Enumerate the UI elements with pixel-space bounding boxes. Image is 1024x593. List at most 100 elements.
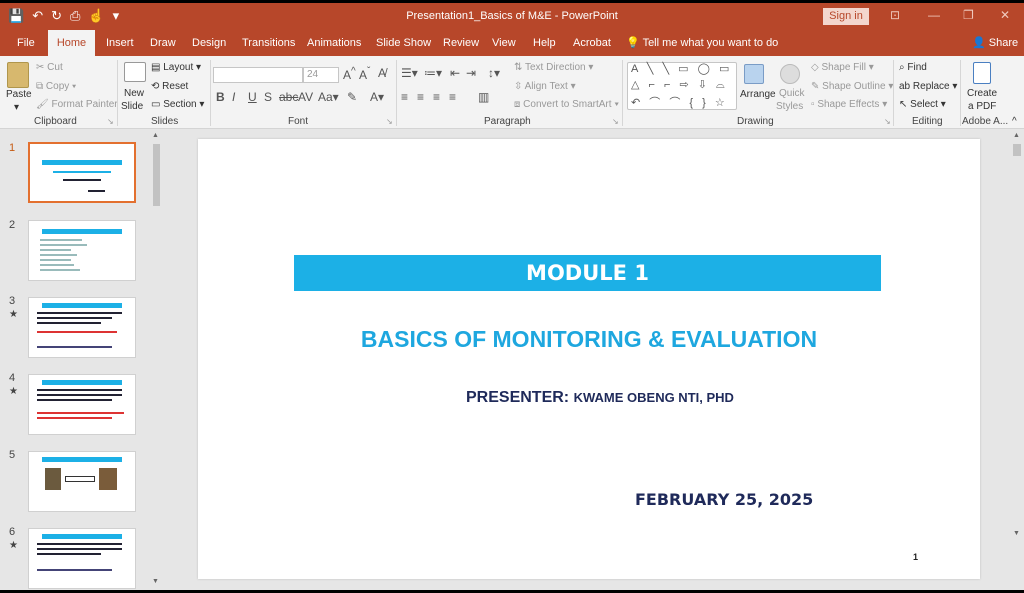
character-spacing-icon[interactable]: AV xyxy=(298,90,313,104)
underline-icon[interactable]: U xyxy=(248,90,257,104)
thumbnail-scrollbar[interactable]: ▲ ▼ xyxy=(150,130,163,590)
slide-thumbnail-4[interactable] xyxy=(28,374,136,435)
collapse-ribbon-icon[interactable]: ^ xyxy=(1012,116,1017,127)
layout-button[interactable]: ▤ Layout ▾ xyxy=(151,62,201,73)
shrink-font-icon[interactable]: Aˇ xyxy=(359,66,370,82)
align-left-icon[interactable]: ≡ xyxy=(401,90,408,104)
font-family-input[interactable] xyxy=(213,67,303,83)
presenter-line[interactable]: PRESENTER: KWAME OBENG NTI, PHD xyxy=(466,389,734,407)
paragraph-launcher-icon[interactable]: ↘ xyxy=(612,117,619,126)
quick-styles-button-line2[interactable]: Styles xyxy=(776,101,803,112)
font-color-icon[interactable]: A▾ xyxy=(370,90,384,104)
grow-font-icon[interactable]: A^ xyxy=(343,66,356,82)
format-painter-button[interactable]: 🖌 Format Painter xyxy=(36,99,118,110)
scroll-up-icon[interactable]: ▲ xyxy=(1013,132,1020,139)
scroll-thumb[interactable] xyxy=(1013,144,1021,156)
tab-review[interactable]: Review xyxy=(443,30,479,56)
shadow-icon[interactable]: S xyxy=(264,90,272,104)
shapes-row-3[interactable]: ↶ ⌒ ⌒ { } ☆ xyxy=(631,94,728,110)
quick-styles-button[interactable]: Quick xyxy=(779,88,805,99)
create-pdf-button[interactable]: Create xyxy=(967,88,997,99)
presentation-date[interactable]: FEBRUARY 25, 2025 xyxy=(635,490,813,509)
bullets-icon[interactable]: ☰▾ xyxy=(401,66,418,80)
close-icon[interactable]: ✕ xyxy=(1000,8,1010,22)
slide-thumbnail-2[interactable] xyxy=(28,220,136,281)
tab-file[interactable]: File xyxy=(17,30,35,56)
increase-indent-icon[interactable]: ⇥ xyxy=(466,66,476,80)
decrease-indent-icon[interactable]: ⇤ xyxy=(450,66,460,80)
create-pdf-button-line2[interactable]: a PDF xyxy=(968,101,996,112)
new-slide-button-line2[interactable]: Slide xyxy=(121,101,143,112)
slide-thumbnail-6[interactable] xyxy=(28,528,136,589)
section-button[interactable]: ▭ Section ▾ xyxy=(151,99,204,110)
slide-canvas[interactable]: MODULE 1 BASICS OF MONITORING & EVALUATI… xyxy=(198,139,980,579)
font-launcher-icon[interactable]: ↘ xyxy=(386,117,393,126)
tab-view[interactable]: View xyxy=(492,30,516,56)
find-button[interactable]: ⌕ Find xyxy=(899,62,927,73)
arrange-icon[interactable] xyxy=(744,64,764,84)
copy-button[interactable]: ⧉ Copy ▾ xyxy=(36,81,76,92)
change-case-icon[interactable]: Aa▾ xyxy=(318,90,339,104)
select-button[interactable]: ↖ Select ▾ xyxy=(899,99,946,110)
tab-design[interactable]: Design xyxy=(192,30,226,56)
align-center-icon[interactable]: ≡ xyxy=(417,90,424,104)
strikethrough-icon[interactable]: abc xyxy=(279,90,298,104)
text-direction-button[interactable]: ⇅ Text Direction ▾ xyxy=(514,62,593,73)
slide-thumbnail-3[interactable] xyxy=(28,297,136,358)
shape-fill-button[interactable]: ◇ Shape Fill ▾ xyxy=(811,62,874,73)
new-slide-icon[interactable] xyxy=(124,62,146,82)
new-slide-button[interactable]: New xyxy=(124,88,144,99)
numbering-icon[interactable]: ≔▾ xyxy=(424,66,442,80)
quick-styles-icon[interactable] xyxy=(780,64,800,84)
sign-in-button[interactable]: Sign in xyxy=(823,8,869,25)
highlight-icon[interactable]: ✎ xyxy=(347,90,357,104)
columns-icon[interactable]: ▥ xyxy=(478,90,489,104)
replace-button[interactable]: ab Replace ▾ xyxy=(899,81,957,92)
scroll-up-icon[interactable]: ▲ xyxy=(152,132,159,139)
module-banner[interactable]: MODULE 1 xyxy=(294,255,881,291)
replace-label: Replace xyxy=(912,81,950,92)
line-spacing-icon[interactable]: ↕▾ xyxy=(488,66,500,80)
create-pdf-icon[interactable] xyxy=(973,62,991,84)
align-right-icon[interactable]: ≡ xyxy=(433,90,440,104)
align-text-button[interactable]: ⇳ Align Text ▾ xyxy=(514,81,576,92)
scroll-thumb[interactable] xyxy=(153,144,160,206)
ribbon-display-icon[interactable]: ⊡ xyxy=(890,8,900,22)
bold-icon[interactable]: B xyxy=(216,90,225,104)
clear-formatting-icon[interactable]: A̸ xyxy=(378,66,386,80)
tab-insert[interactable]: Insert xyxy=(106,30,134,56)
tab-home[interactable]: Home xyxy=(48,30,95,56)
slide-thumbnail-1[interactable] xyxy=(28,142,136,203)
tab-acrobat[interactable]: Acrobat xyxy=(573,30,611,56)
tab-draw[interactable]: Draw xyxy=(150,30,176,56)
cut-button[interactable]: ✂ Cut xyxy=(36,62,63,73)
tab-help[interactable]: Help xyxy=(533,30,556,56)
slide-scrollbar[interactable]: ▲ ▼ xyxy=(1010,130,1024,590)
paste-button[interactable]: Paste xyxy=(6,89,32,100)
justify-icon[interactable]: ≡ xyxy=(449,90,456,104)
scroll-down-icon[interactable]: ▼ xyxy=(1013,530,1020,537)
shapes-row-1[interactable]: A ╲ ╲ ▭ ◯ ▭ xyxy=(631,62,732,75)
share-button[interactable]: 👤 Share xyxy=(972,30,1018,56)
paste-icon[interactable] xyxy=(7,62,29,88)
shapes-row-2[interactable]: △ ⌐ ⌐ ⇨ ⇩ ⌓ xyxy=(631,78,728,92)
paste-dropdown-icon[interactable]: ▾ xyxy=(14,102,19,113)
arrange-button[interactable]: Arrange xyxy=(740,89,776,100)
font-size-input[interactable]: 24 xyxy=(303,67,339,83)
slide-title[interactable]: BASICS OF MONITORING & EVALUATION xyxy=(198,326,980,353)
tell-me-search[interactable]: 💡 Tell me what you want to do xyxy=(626,30,778,56)
convert-smartart-button[interactable]: ⧈ Convert to SmartArt ▾ xyxy=(514,99,619,110)
italic-icon[interactable]: I xyxy=(232,90,235,104)
tab-slide-show[interactable]: Slide Show xyxy=(376,30,431,56)
tab-transitions[interactable]: Transitions xyxy=(242,30,295,56)
scroll-down-icon[interactable]: ▼ xyxy=(152,578,159,585)
reset-button[interactable]: ⟲ Reset xyxy=(151,81,188,92)
shape-effects-button[interactable]: ▫ Shape Effects ▾ xyxy=(811,99,887,110)
slide-thumbnail-5[interactable] xyxy=(28,451,136,512)
minimize-icon[interactable]: — xyxy=(928,8,940,22)
maximize-icon[interactable]: ❐ xyxy=(963,8,974,22)
clipboard-launcher-icon[interactable]: ↘ xyxy=(107,117,114,126)
tab-animations[interactable]: Animations xyxy=(307,30,361,56)
drawing-launcher-icon[interactable]: ↘ xyxy=(884,117,891,126)
shape-outline-button[interactable]: ✎ Shape Outline ▾ xyxy=(811,81,893,92)
